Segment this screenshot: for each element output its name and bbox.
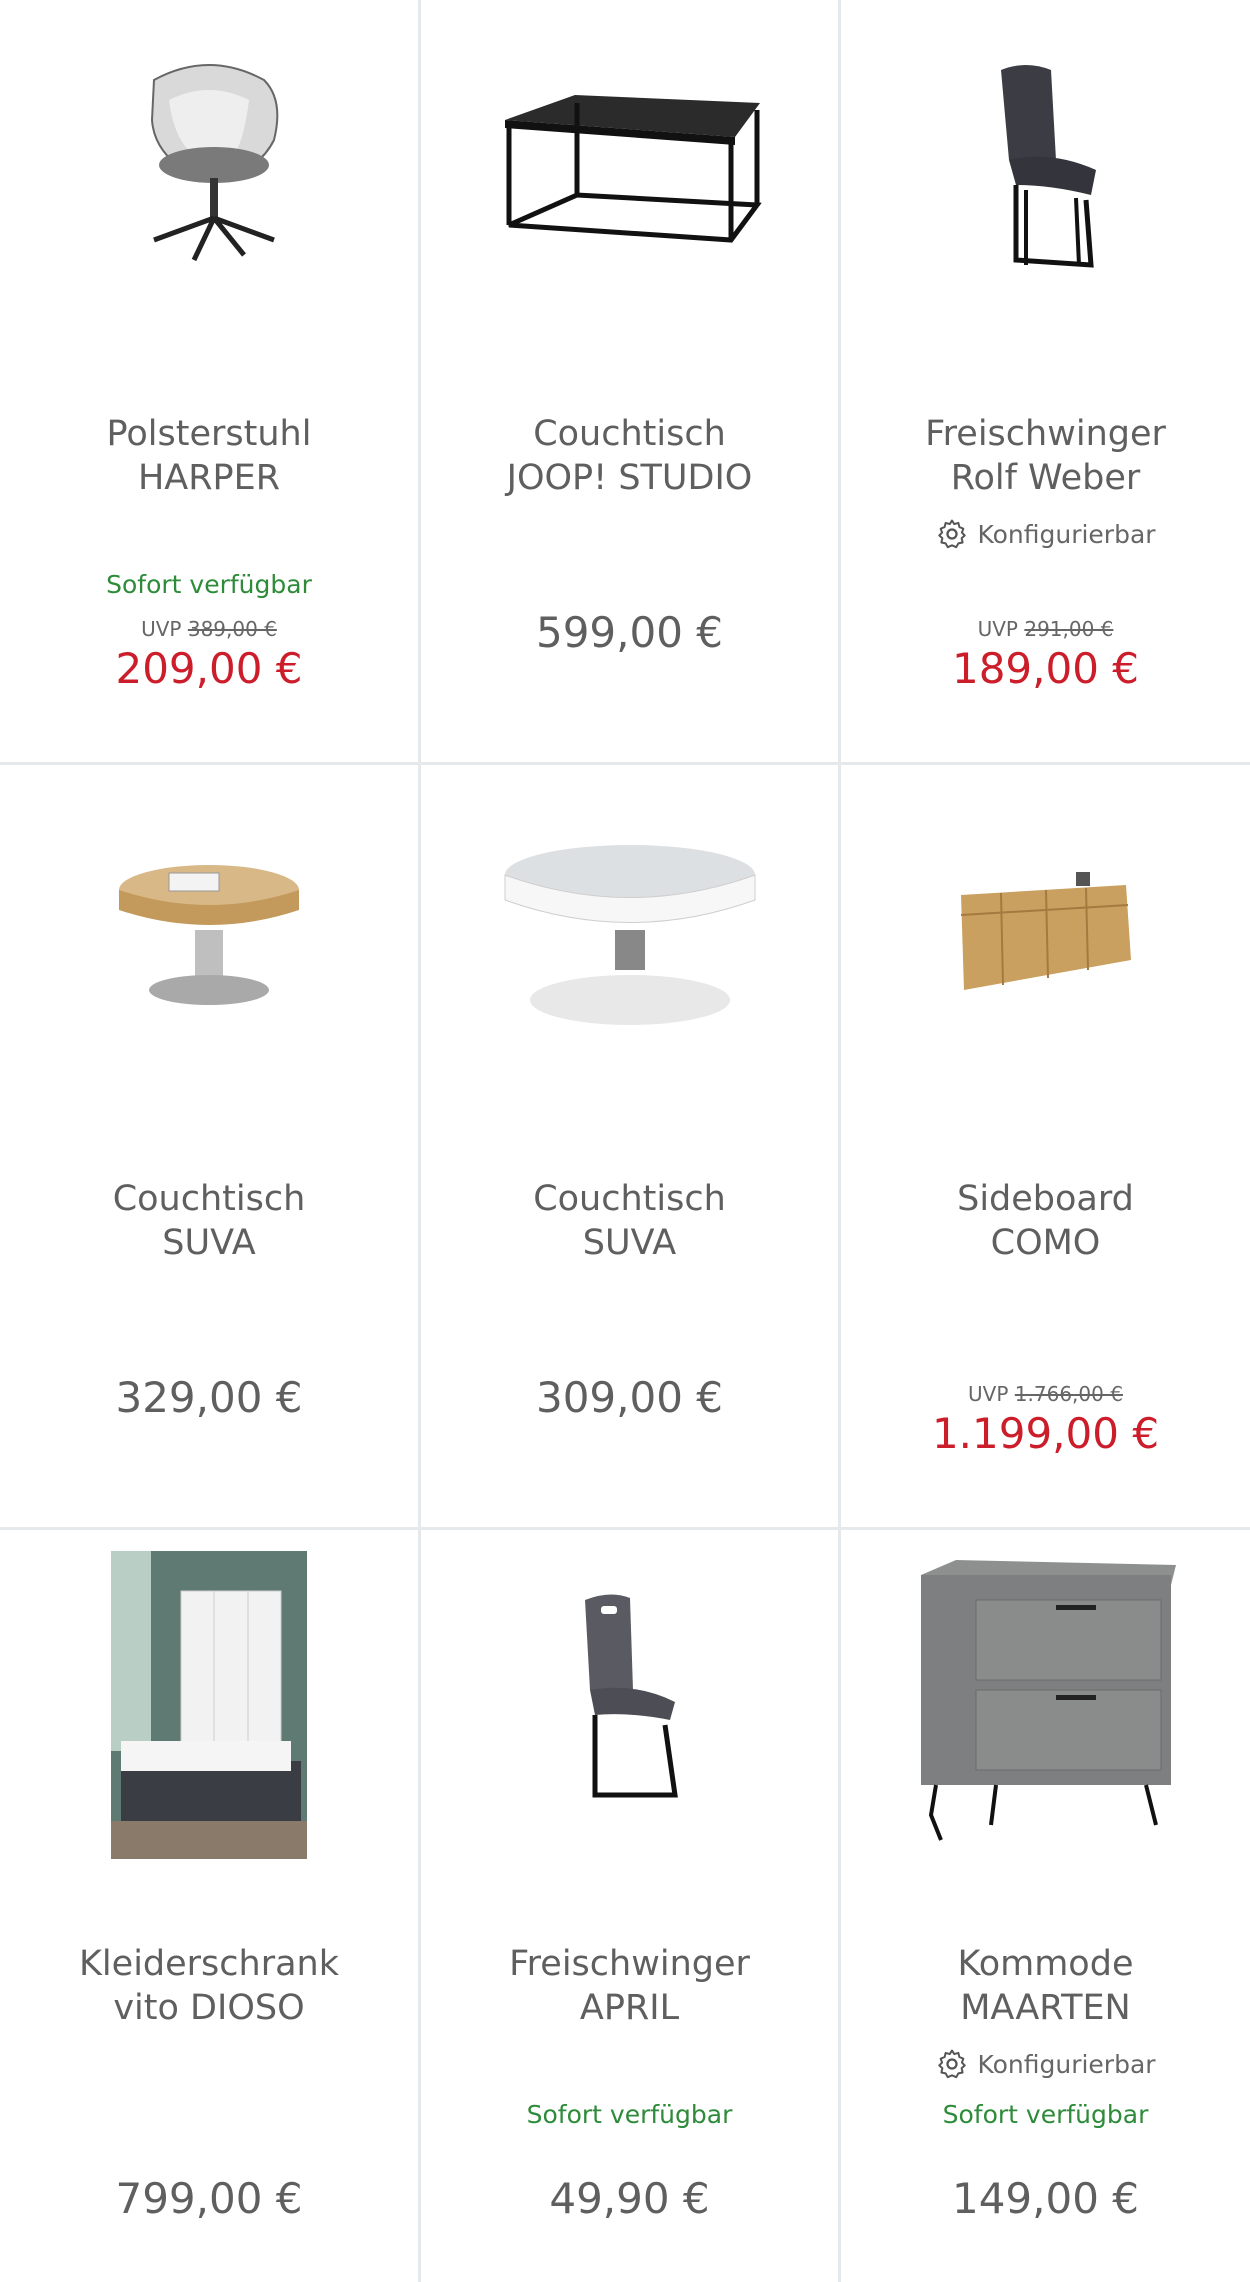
- product-type: Kommode: [957, 1944, 1134, 1984]
- product-image[interactable]: [841, 1550, 1250, 1850]
- product-image[interactable]: [841, 815, 1250, 1055]
- product-card-freischwinger-rolf-weber[interactable]: Freischwinger Rolf Weber Konfigurierbar …: [841, 0, 1250, 762]
- product-type: Polsterstuhl: [106, 414, 312, 454]
- product-model: SUVA: [582, 1223, 677, 1263]
- product-image[interactable]: [421, 815, 838, 1055]
- product-price: 309,00 €: [535, 1373, 724, 1422]
- square-coffee-table-icon: [504, 95, 762, 243]
- cantilever-chair-icon: [1000, 65, 1096, 268]
- uvp-price: 389,00 €: [187, 617, 277, 641]
- product-image[interactable]: [0, 50, 418, 290]
- product-type: Freischwinger: [925, 414, 1166, 454]
- product-type: Couchtisch: [533, 414, 726, 454]
- swivel-armchair-icon: [150, 64, 279, 262]
- product-card-kommode-maarten[interactable]: Kommode MAARTEN Konfigurierbar Sofort ve…: [841, 1530, 1250, 2282]
- product-model: vito DIOSO: [113, 1988, 305, 2028]
- product-type: Kleiderschrank: [78, 1944, 340, 1984]
- gear-icon: [938, 2049, 967, 2079]
- product-card-couchtisch-joop-studio[interactable]: Couchtisch JOOP! STUDIO 599,00 €: [421, 0, 838, 762]
- uvp-price: 291,00 €: [1024, 617, 1114, 641]
- uvp-line: UVP 1.766,00 €: [841, 1382, 1250, 1406]
- uvp-label: UVP: [968, 1382, 1009, 1406]
- product-model: APRIL: [579, 1988, 680, 2028]
- product-title[interactable]: Kommode MAARTEN: [851, 1942, 1240, 2030]
- product-model: SUVA: [162, 1223, 256, 1263]
- product-model: COMO: [990, 1223, 1101, 1263]
- product-title[interactable]: Freischwinger Rolf Weber: [851, 412, 1240, 500]
- product-price: 1.199,00 €: [931, 1409, 1160, 1458]
- product-type: Couchtisch: [112, 1179, 306, 1219]
- product-image[interactable]: [421, 50, 838, 290]
- product-price: 799,00 €: [115, 2174, 303, 2223]
- product-card-kleiderschrank-vito-dioso[interactable]: Kleiderschrank vito DIOSO 799,00 €: [0, 1530, 418, 2282]
- product-title[interactable]: Kleiderschrank vito DIOSO: [10, 1942, 408, 2030]
- product-image[interactable]: [0, 815, 418, 1055]
- grey-cantilever-chair-icon: [584, 1594, 678, 1798]
- round-oak-table-icon: [119, 865, 299, 1005]
- product-type: Sideboard: [957, 1179, 1134, 1219]
- product-card-polsterstuhl-harper[interactable]: Polsterstuhl HARPER Sofort verfügbar UVP…: [0, 0, 418, 762]
- product-title[interactable]: Sideboard COMO: [851, 1177, 1240, 1265]
- product-type: Freischwinger: [509, 1944, 750, 1984]
- uvp-label: UVP: [977, 617, 1018, 641]
- configurable-badge[interactable]: Konfigurierbar: [841, 517, 1250, 551]
- bedroom-wardrobe-photo-icon: [111, 1551, 307, 1859]
- product-model: HARPER: [137, 458, 281, 498]
- gear-icon: [938, 519, 967, 549]
- configurable-label: Konfigurierbar: [977, 2049, 1156, 2079]
- product-title[interactable]: Polsterstuhl HARPER: [10, 412, 408, 500]
- product-price: 149,00 €: [951, 2174, 1140, 2223]
- product-model: JOOP! STUDIO: [506, 458, 753, 498]
- uvp-line: UVP 389,00 €: [0, 617, 418, 641]
- product-image[interactable]: [841, 50, 1250, 290]
- product-card-couchtisch-suva-white[interactable]: Couchtisch SUVA 309,00 €: [421, 765, 838, 1527]
- product-price: 189,00 €: [951, 644, 1140, 693]
- uvp-label: UVP: [141, 617, 182, 641]
- uvp-line: UVP 291,00 €: [841, 617, 1250, 641]
- product-title[interactable]: Couchtisch JOOP! STUDIO: [431, 412, 828, 500]
- availability-label: Sofort verfügbar: [106, 570, 312, 599]
- product-price: 49,90 €: [549, 2174, 710, 2223]
- product-card-couchtisch-suva-oak[interactable]: Couchtisch SUVA 329,00 €: [0, 765, 418, 1527]
- product-image[interactable]: [421, 1580, 838, 1820]
- grey-commode-icon: [920, 1560, 1176, 1841]
- product-type: Couchtisch: [533, 1179, 726, 1219]
- product-card-freischwinger-april[interactable]: Freischwinger APRIL Sofort verfügbar 49,…: [421, 1530, 838, 2282]
- uvp-price: 1.766,00 €: [1014, 1382, 1123, 1406]
- product-price: 329,00 €: [115, 1373, 303, 1422]
- product-price: 209,00 €: [115, 644, 303, 693]
- product-model: MAARTEN: [960, 1988, 1131, 2028]
- product-title[interactable]: Couchtisch SUVA: [10, 1177, 408, 1265]
- product-title[interactable]: Freischwinger APRIL: [431, 1942, 828, 2030]
- availability-label: Sofort verfügbar: [942, 2100, 1149, 2129]
- configurable-label: Konfigurierbar: [977, 519, 1156, 549]
- product-grid: Polsterstuhl HARPER Sofort verfügbar UVP…: [0, 0, 1250, 2282]
- product-price: 599,00 €: [535, 608, 724, 657]
- product-image[interactable]: [0, 1550, 418, 1860]
- oak-sideboard-icon: [960, 872, 1131, 990]
- round-white-table-icon: [504, 845, 755, 1025]
- product-card-sideboard-como[interactable]: Sideboard COMO UVP 1.766,00 € 1.199,00 €: [841, 765, 1250, 1527]
- product-model: Rolf Weber: [950, 458, 1141, 498]
- product-title[interactable]: Couchtisch SUVA: [431, 1177, 828, 1265]
- configurable-badge[interactable]: Konfigurierbar: [841, 2047, 1250, 2081]
- availability-label: Sofort verfügbar: [526, 2100, 733, 2129]
